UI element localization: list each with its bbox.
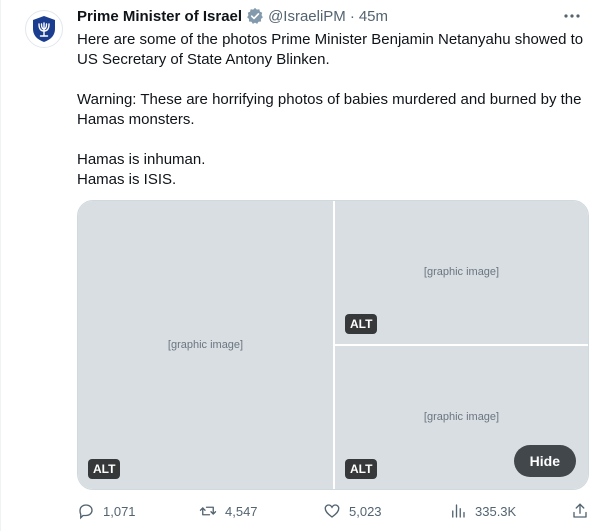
retweet-count: 4,547	[225, 503, 258, 519]
tweet-time[interactable]: 45m	[359, 8, 388, 25]
hide-button[interactable]: Hide	[513, 445, 576, 477]
separator-dot: ·	[349, 7, 355, 25]
tweet-line: Hamas is inhuman.	[77, 151, 206, 168]
tweet-header: Prime Minister of Israel @IsraeliPM · 45…	[77, 6, 388, 26]
reply-button[interactable]: 1,071	[77, 502, 136, 520]
more-horizontal-icon	[564, 14, 580, 18]
share-button[interactable]	[571, 502, 597, 520]
tweet-line: Hamas is ISIS.	[77, 171, 177, 188]
alt-badge[interactable]: ALT	[345, 314, 378, 334]
photo-1[interactable]: [graphic image] ALT	[78, 201, 333, 489]
views-button[interactable]: 335.3K	[449, 502, 516, 520]
like-button[interactable]: 5,023	[323, 502, 382, 520]
retweet-button[interactable]: 4,547	[199, 502, 258, 520]
media-right-column: [graphic image] ALT [graphic image] ALT …	[335, 201, 588, 489]
like-count: 5,023	[349, 503, 382, 519]
government-verified-badge-icon	[247, 7, 263, 24]
alt-badge[interactable]: ALT	[88, 459, 121, 479]
photo-3[interactable]: [graphic image] ALT Hide	[335, 346, 588, 489]
analytics-icon	[452, 504, 465, 518]
state-emblem-icon	[33, 16, 55, 42]
tweet-paragraph: Warning: These are horrifying photos of …	[77, 91, 582, 128]
alt-badge[interactable]: ALT	[345, 459, 378, 479]
avatar[interactable]	[25, 10, 63, 48]
tweet-paragraph: Here are some of the photos Prime Minist…	[77, 31, 584, 68]
reply-count: 1,071	[103, 503, 136, 519]
tweet[interactable]: Prime Minister of Israel @IsraeliPM · 45…	[0, 0, 597, 531]
photo-2[interactable]: [graphic image] ALT	[335, 201, 588, 344]
media-grid: [graphic image] ALT [graphic image] ALT …	[77, 200, 589, 490]
heart-icon	[324, 504, 340, 518]
share-icon	[573, 503, 587, 518]
author-name[interactable]: Prime Minister of Israel	[77, 8, 242, 25]
tweet-text: Here are some of the photos Prime Minist…	[77, 30, 587, 190]
views-count: 335.3K	[475, 503, 517, 519]
more-options-button[interactable]	[561, 6, 583, 26]
author-handle[interactable]: @IsraeliPM	[268, 8, 346, 25]
reply-icon	[79, 504, 93, 520]
action-bar: 1,071 4,547 5,023 335.3K	[77, 500, 587, 522]
retweet-icon	[199, 506, 217, 516]
